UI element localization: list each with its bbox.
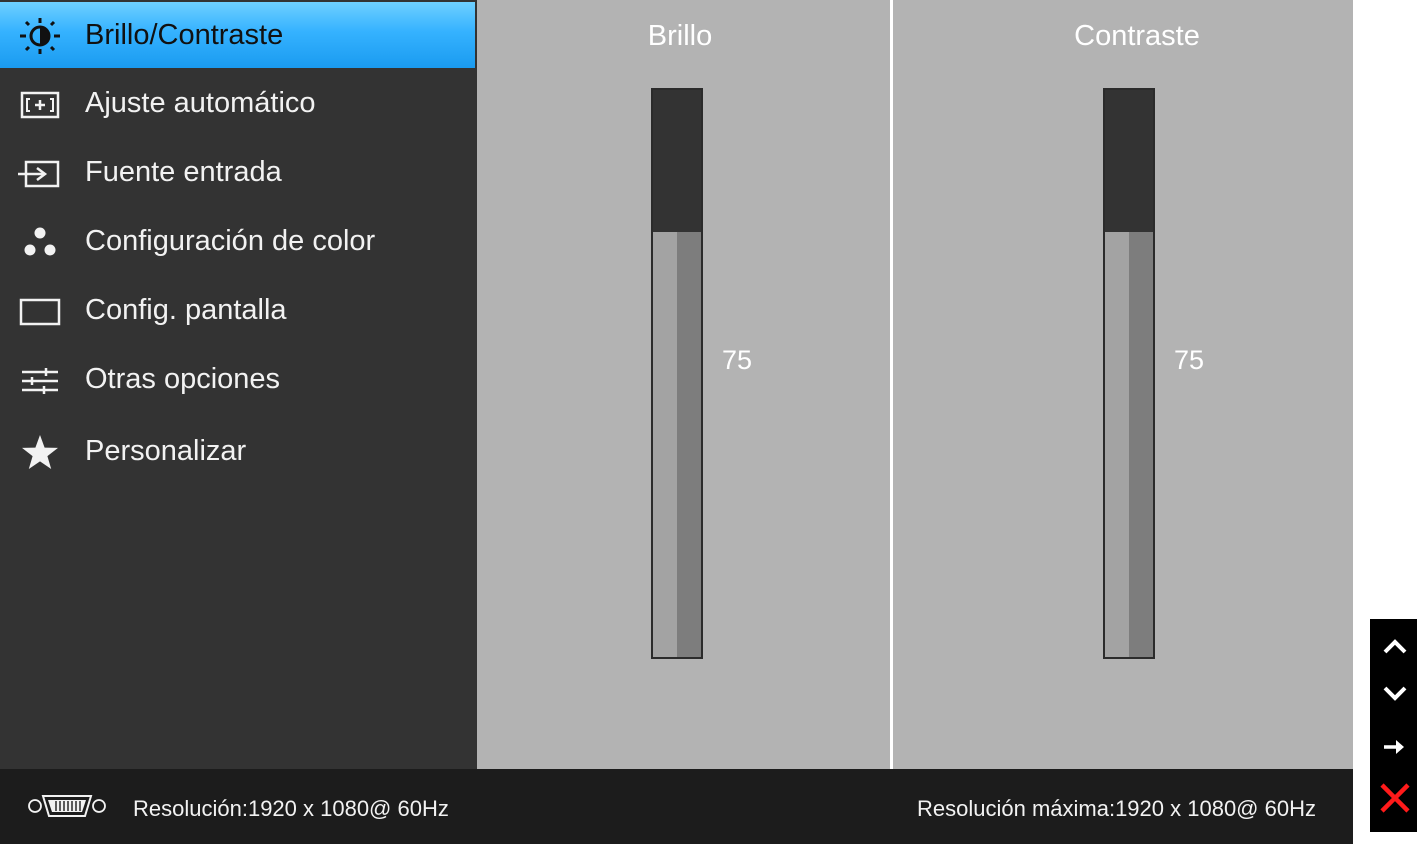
current-resolution: Resolución:1920 x 1080@ 60Hz (133, 796, 449, 821)
brightness-value: 75 (722, 345, 753, 375)
up-arrow-icon (1383, 639, 1407, 654)
osd-menu: Brillo/Contraste Ajuste automático Fuent… (0, 0, 1353, 844)
vga-connector-icon (28, 795, 106, 817)
close-icon (1380, 783, 1410, 813)
contrast-slider-fill (1105, 231, 1153, 657)
input-source-icon (18, 160, 60, 188)
color-settings-icon (24, 227, 56, 256)
max-resolution: Resolución máxima:1920 x 1080@ 60Hz (917, 796, 1316, 821)
contrast-title: Contraste (1074, 20, 1200, 52)
menu-item-otras-opciones[interactable]: Otras opciones (0, 346, 477, 412)
brightness-title: Brillo (647, 20, 713, 52)
menu-item-label: Brillo/Contraste (85, 19, 284, 51)
star-icon (22, 435, 58, 469)
up-button[interactable] (1370, 622, 1417, 670)
down-button[interactable] (1370, 670, 1417, 718)
brightness-contrast-icon (20, 18, 60, 54)
status-bar: Resolución:1920 x 1080@ 60Hz Resolución … (0, 769, 1353, 844)
menu-item-label: Configuración de color (85, 225, 376, 257)
menu-item-personalizar[interactable]: Personalizar (0, 418, 477, 484)
contrast-value: 75 (1174, 345, 1205, 375)
button-hint-bar (1370, 619, 1417, 832)
menu-item-configuracion-color[interactable]: Configuración de color (0, 208, 477, 274)
panel-divider (890, 0, 893, 769)
menu-item-fuente-entrada[interactable]: Fuente entrada (0, 139, 477, 205)
menu-item-label: Ajuste automático (85, 87, 316, 119)
contrast-slider[interactable] (1103, 88, 1155, 659)
display-settings-icon (19, 298, 61, 326)
enter-arrow-icon (1384, 740, 1404, 754)
menu-item-config-pantalla[interactable]: Config. pantalla (0, 277, 477, 343)
other-settings-icon (22, 368, 58, 394)
enter-button[interactable] (1370, 723, 1417, 771)
exit-button[interactable] (1370, 774, 1417, 822)
auto-adjust-icon (20, 91, 60, 119)
menu-item-label: Personalizar (85, 435, 247, 467)
main-menu-sidebar: Brillo/Contraste Ajuste automático Fuent… (0, 0, 477, 769)
menu-item-label: Otras opciones (85, 363, 281, 395)
menu-item-brillo-contraste[interactable]: Brillo/Contraste (0, 2, 475, 68)
brightness-slider-fill (653, 231, 701, 657)
menu-item-label: Fuente entrada (85, 156, 282, 188)
menu-item-label: Config. pantalla (85, 294, 287, 326)
menu-item-ajuste-automatico[interactable]: Ajuste automático (0, 70, 477, 136)
down-arrow-icon (1383, 686, 1407, 701)
brightness-slider[interactable] (651, 88, 703, 659)
